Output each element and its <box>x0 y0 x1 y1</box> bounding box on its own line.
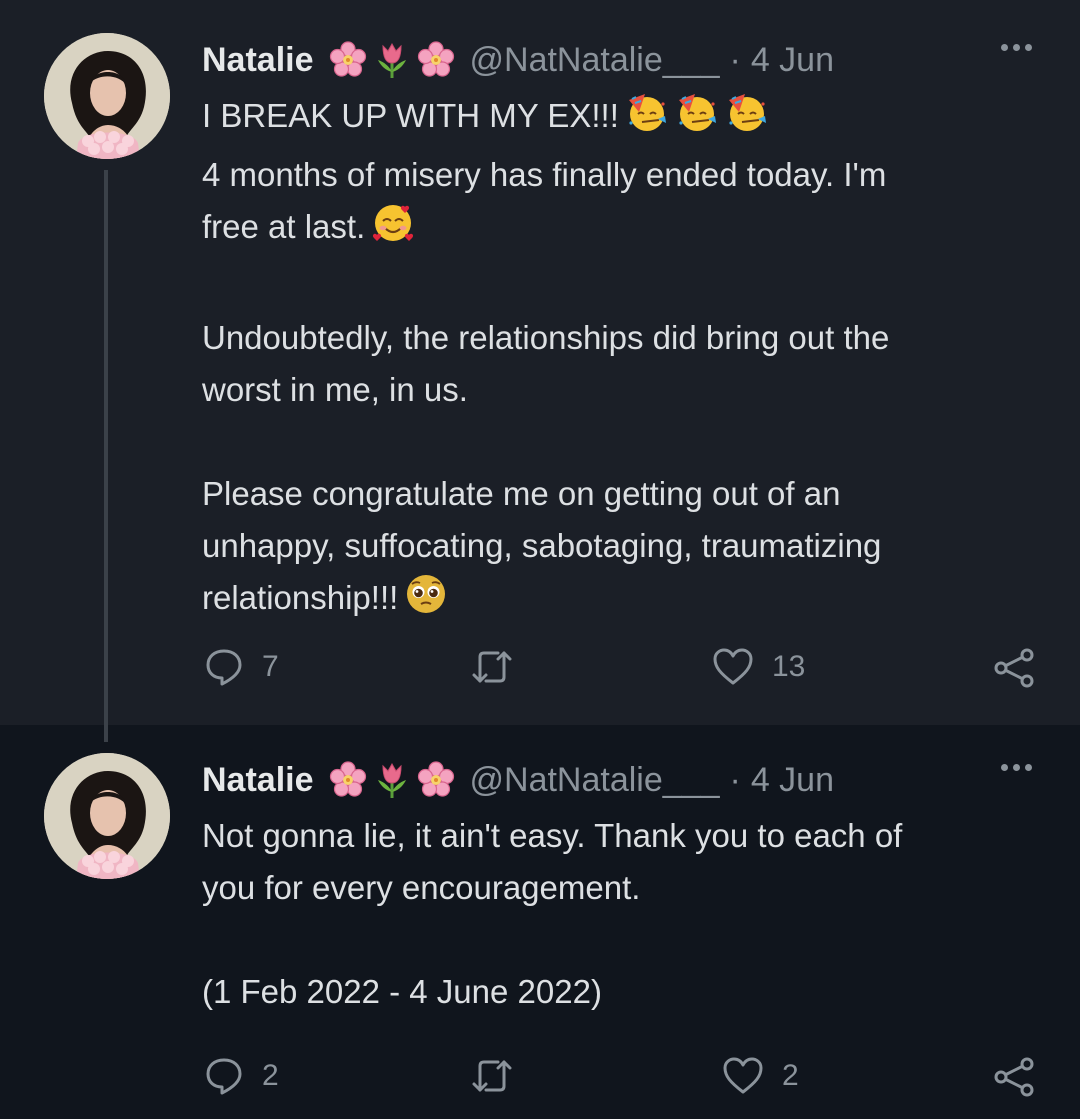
reply-count: 2 <box>262 1059 279 1092</box>
user-handle[interactable]: @NatNatalie___ <box>470 761 720 800</box>
like-count: 13 <box>772 650 806 683</box>
user-handle[interactable]: @NatNatalie___ <box>470 41 720 80</box>
reply-button[interactable]: 2 <box>204 1056 279 1096</box>
avatar-image <box>44 33 170 159</box>
avatar-image <box>44 753 170 879</box>
text-line: Please congratulate me on getting out of… <box>202 475 841 512</box>
like-icon <box>713 648 753 685</box>
smiling-face-with-hearts-icon <box>372 203 415 243</box>
tulip-icon <box>376 762 407 800</box>
like-count: 2 <box>782 1059 799 1092</box>
text-line: 4 months of misery has finally ended tod… <box>202 156 887 193</box>
pleading-face-icon <box>406 574 447 614</box>
partying-face-icon <box>677 93 717 132</box>
tweet-actions: 2 2 <box>202 1056 1042 1100</box>
retweet-icon <box>472 651 512 683</box>
thread-connector-line <box>104 170 108 742</box>
text-line: relationship!!! <box>202 572 1042 631</box>
partying-face-icon <box>727 93 767 132</box>
reply-count: 7 <box>262 650 279 683</box>
text-line: Not gonna lie, it ain't easy. Thank you … <box>202 817 903 854</box>
separator: · <box>729 40 741 79</box>
retweet-button[interactable] <box>470 647 514 687</box>
avatar[interactable] <box>44 33 170 159</box>
retweet-button[interactable] <box>470 1056 514 1096</box>
cherry-blossom-icon <box>329 761 366 797</box>
more-options-icon[interactable] <box>1001 764 1032 771</box>
text-line: worst in me, in us. <box>202 371 468 408</box>
cherry-blossom-icon <box>329 41 366 77</box>
name-emojis <box>328 760 456 800</box>
more-options-icon[interactable] <box>1001 44 1032 51</box>
reply-icon <box>206 1058 242 1095</box>
text-line: you for every encouragement. <box>202 869 641 906</box>
text-line: I BREAK UP WITH MY EX!!! <box>202 90 1042 149</box>
name-emojis <box>328 40 456 80</box>
like-button[interactable]: 2 <box>722 1056 799 1096</box>
separator: · <box>729 760 741 799</box>
reply-icon <box>206 649 242 686</box>
like-button[interactable]: 13 <box>712 647 805 687</box>
tweet-text: Not gonna lie, it ain't easy. Thank you … <box>202 810 1042 1018</box>
like-icon <box>723 1057 763 1094</box>
cherry-blossom-icon <box>417 761 454 797</box>
tweet-date[interactable]: 4 Jun <box>751 41 834 80</box>
text-line: (1 Feb 2022 - 4 June 2022) <box>202 973 602 1010</box>
text-line: unhappy, suffocating, sabotaging, trauma… <box>202 527 882 564</box>
avatar[interactable] <box>44 753 170 879</box>
cherry-blossom-icon <box>417 41 454 77</box>
share-icon <box>994 648 1034 688</box>
share-button[interactable] <box>992 1056 1036 1098</box>
tweet-1[interactable]: Natalie @NatNatalie___ · 4 Jun I BREAK U… <box>0 0 1080 725</box>
partying-face-icon <box>627 93 667 132</box>
retweet-icon <box>472 1060 512 1092</box>
tweet-text: I BREAK UP WITH MY EX!!! 4 months of mis… <box>202 90 1042 631</box>
partying-face-emojis <box>625 90 769 149</box>
display-name[interactable]: Natalie <box>202 761 314 800</box>
reply-button[interactable]: 7 <box>204 647 279 687</box>
share-button[interactable] <box>992 647 1036 689</box>
tweet-date[interactable]: 4 Jun <box>751 761 834 800</box>
tweet-header: Natalie @NatNatalie___ · 4 Jun <box>202 758 1040 802</box>
text-line: free at last. <box>202 201 1042 260</box>
display-name[interactable]: Natalie <box>202 41 314 80</box>
share-icon <box>994 1057 1034 1097</box>
text-line: Undoubtedly, the relationships did bring… <box>202 319 890 356</box>
tweet-header: Natalie @NatNatalie___ · 4 Jun <box>202 38 1040 82</box>
tulip-icon <box>376 42 407 80</box>
tweet-actions: 7 13 <box>202 647 1042 691</box>
